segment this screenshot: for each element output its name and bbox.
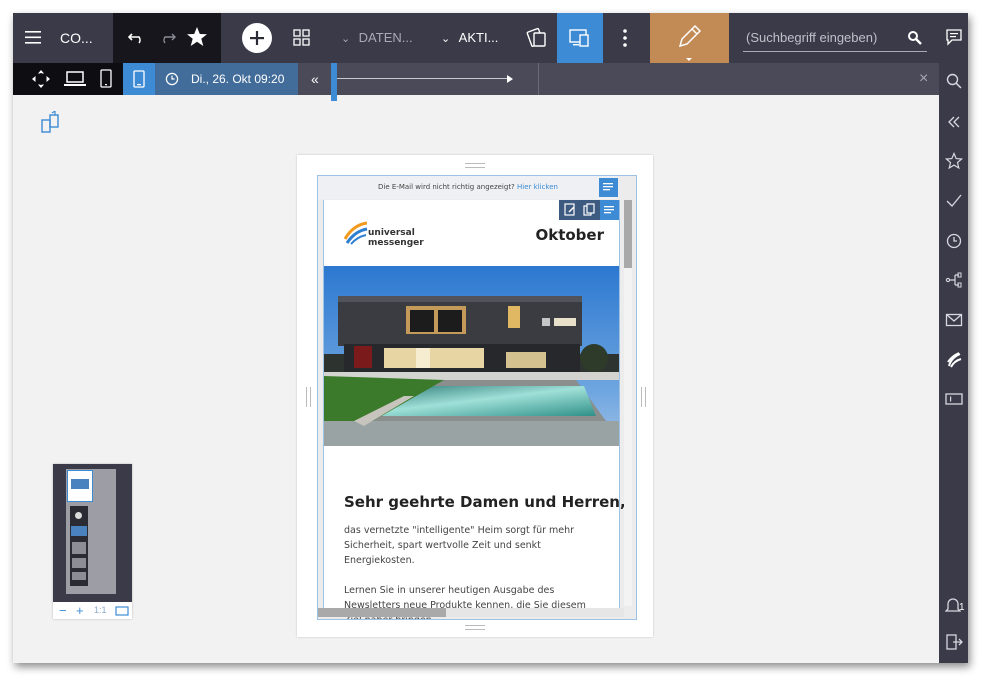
search-placeholder: (Suchbegriff eingeben) bbox=[746, 30, 878, 45]
section-menu-button[interactable] bbox=[599, 178, 618, 197]
data-menu-label: DATEN... bbox=[358, 30, 413, 45]
text-field-icon[interactable] bbox=[945, 390, 963, 408]
edit-block-icon[interactable] bbox=[563, 203, 577, 217]
fit-screen-icon[interactable] bbox=[31, 69, 51, 89]
notification-count: 1 bbox=[959, 602, 965, 613]
email-viewport: Die E-Mail wird nicht richtig angezeigt?… bbox=[317, 175, 637, 620]
timeline-handle[interactable] bbox=[331, 63, 337, 101]
lines-icon bbox=[604, 206, 614, 214]
navigator-canvas[interactable] bbox=[53, 464, 132, 602]
resize-handle-top[interactable] bbox=[465, 163, 485, 168]
date-time-label: Di., 26. Okt 09:20 bbox=[191, 72, 285, 86]
intro-paragraph: das vernetzte "intelligente" Heim sorgt … bbox=[344, 525, 575, 566]
timeline-slider[interactable] bbox=[331, 63, 539, 101]
double-chevron-left-icon[interactable] bbox=[945, 113, 963, 131]
star-icon[interactable] bbox=[186, 26, 208, 48]
search-icon[interactable] bbox=[907, 30, 923, 46]
app-window: CO... ⌄ DATEN... ⌄ AKTI... (Suchbegriff … bbox=[13, 13, 968, 663]
plus-icon bbox=[250, 31, 264, 45]
hero-image bbox=[324, 266, 619, 446]
email-body: universal messenger Oktober Sehr geehrte… bbox=[323, 200, 626, 619]
more-options-icon[interactable] bbox=[618, 27, 632, 49]
checkmark-icon[interactable] bbox=[945, 192, 963, 210]
fit-to-screen-icon[interactable] bbox=[115, 605, 129, 617]
greeting-heading: Sehr geehrte Damen und Herren, bbox=[344, 493, 626, 511]
notice-text: Die E-Mail wird nicht richtig angezeigt? bbox=[378, 183, 515, 191]
chevron-down-icon: ⌄ bbox=[341, 33, 351, 45]
brand-line1: universal bbox=[368, 228, 415, 238]
resize-handle-bottom[interactable] bbox=[465, 625, 485, 630]
month-title: Oktober bbox=[535, 226, 604, 244]
structure-tree-icon[interactable] bbox=[945, 271, 963, 289]
actions-menu[interactable]: ⌄ AKTI... bbox=[441, 13, 498, 63]
multi-device-icon[interactable] bbox=[526, 27, 548, 49]
navigator-thumb-image bbox=[71, 479, 89, 489]
comments-icon[interactable] bbox=[945, 28, 963, 46]
device-preview-icon bbox=[569, 29, 589, 47]
copy-block-icon[interactable] bbox=[582, 203, 596, 217]
page-navigator: − + 1:1 bbox=[53, 464, 132, 619]
mobile-device-icon bbox=[133, 70, 145, 88]
hamburger-menu-icon[interactable] bbox=[25, 29, 43, 45]
desktop-device-icon[interactable] bbox=[64, 70, 86, 88]
notice-link[interactable]: Hier klicken bbox=[517, 183, 558, 191]
brand-hand-icon[interactable] bbox=[945, 351, 963, 369]
search-icon[interactable] bbox=[945, 72, 963, 90]
lines-icon bbox=[603, 183, 613, 191]
universal-logo-icon bbox=[343, 221, 368, 245]
zoom-ratio-button[interactable]: 1:1 bbox=[94, 602, 107, 619]
edit-mode-button[interactable] bbox=[650, 13, 729, 63]
add-button[interactable] bbox=[242, 23, 272, 53]
date-selector[interactable]: Di., 26. Okt 09:20 bbox=[155, 63, 298, 95]
content-menu-label[interactable]: CO... bbox=[60, 13, 93, 63]
navigator-viewport[interactable] bbox=[67, 470, 93, 502]
page-export-icon[interactable] bbox=[41, 111, 61, 135]
undo-icon[interactable] bbox=[128, 28, 146, 46]
vertical-scroll-thumb[interactable] bbox=[624, 200, 632, 268]
data-menu[interactable]: ⌄ DATEN... bbox=[341, 13, 413, 63]
preview-frame: Die E-Mail wird nicht richtig angezeigt?… bbox=[297, 155, 653, 637]
pencil-icon bbox=[678, 24, 702, 61]
play-icon bbox=[507, 75, 513, 83]
mail-icon[interactable] bbox=[945, 311, 963, 329]
redo-icon[interactable] bbox=[158, 28, 176, 46]
resize-handle-right[interactable] bbox=[641, 387, 646, 407]
timeline-divider bbox=[538, 63, 539, 95]
block-tools bbox=[559, 200, 619, 220]
tablet-device-icon[interactable] bbox=[99, 69, 113, 89]
email-notice: Die E-Mail wird nicht richtig angezeigt?… bbox=[318, 176, 618, 199]
block-menu-button[interactable] bbox=[600, 200, 619, 220]
star-outline-icon[interactable] bbox=[945, 152, 963, 170]
horizontal-scrollbar[interactable] bbox=[318, 608, 624, 617]
grid-icon[interactable] bbox=[293, 29, 311, 47]
mobile-device-button[interactable] bbox=[123, 63, 155, 95]
preview-toolbar: Di., 26. Okt 09:20 « × bbox=[13, 63, 939, 101]
timeline-track bbox=[334, 78, 510, 79]
chevron-down-icon: ⌄ bbox=[441, 33, 451, 45]
responsive-preview-button[interactable] bbox=[557, 13, 603, 63]
collapse-timeline-icon[interactable]: « bbox=[311, 63, 319, 95]
horizontal-scroll-thumb[interactable] bbox=[318, 608, 446, 617]
close-preview-icon[interactable]: × bbox=[919, 63, 928, 95]
navigator-thumb-blocks bbox=[70, 506, 88, 586]
history-clock-icon[interactable] bbox=[945, 232, 963, 250]
clock-icon bbox=[165, 72, 179, 86]
brand-wordmark: universal messenger bbox=[368, 228, 424, 248]
resize-handle-left[interactable] bbox=[306, 387, 311, 407]
brand-line2: messenger bbox=[368, 238, 424, 248]
actions-menu-label: AKTI... bbox=[458, 30, 499, 45]
search-field[interactable]: (Suchbegriff eingeben) bbox=[743, 25, 927, 52]
zoom-in-button[interactable]: + bbox=[76, 602, 84, 619]
logout-icon[interactable] bbox=[945, 633, 963, 651]
right-sidebar: 1 bbox=[939, 13, 968, 663]
vertical-scrollbar[interactable] bbox=[624, 200, 632, 606]
zoom-out-button[interactable]: − bbox=[59, 602, 67, 619]
top-toolbar: CO... ⌄ DATEN... ⌄ AKTI... (Suchbegriff … bbox=[13, 13, 939, 63]
notifications-bell[interactable]: 1 bbox=[945, 596, 967, 614]
